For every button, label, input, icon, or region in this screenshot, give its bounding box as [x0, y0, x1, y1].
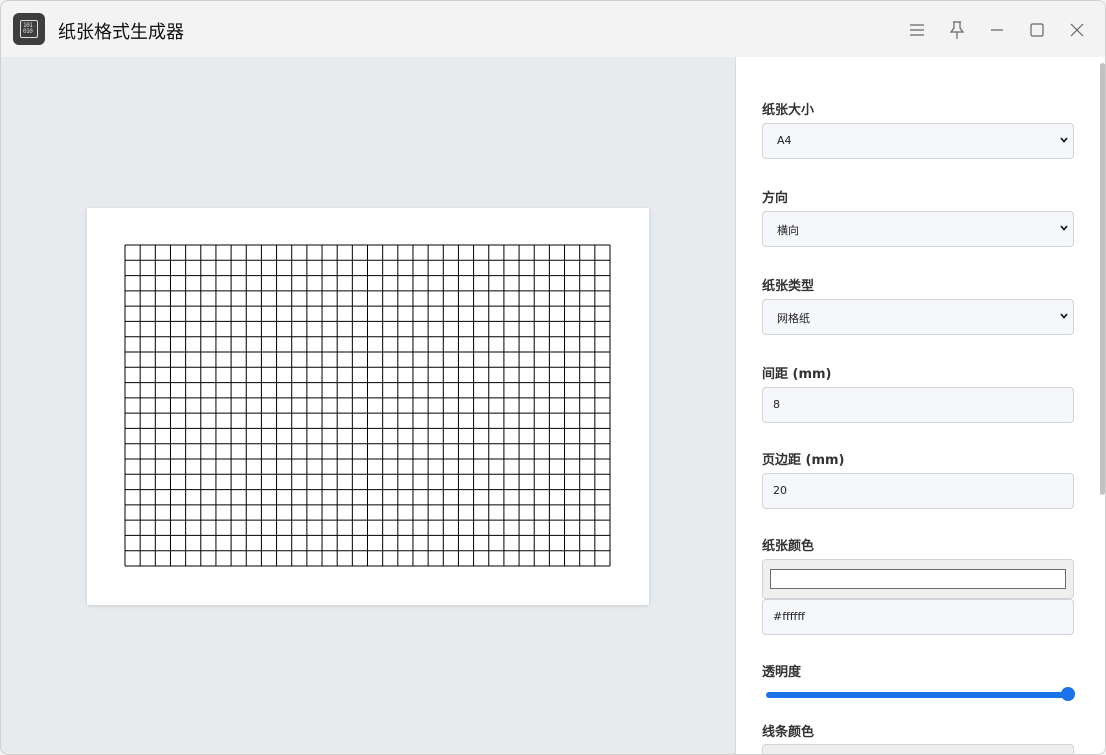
minimize-button[interactable]: [984, 17, 1010, 43]
app-title: 纸张格式生成器: [58, 22, 184, 43]
chevron-down-icon: [1060, 225, 1068, 231]
spacing-label: 间距 (mm): [762, 367, 832, 382]
margin-input[interactable]: 20: [762, 473, 1074, 509]
close-icon: [1070, 23, 1084, 37]
paper-color-hex-input[interactable]: #ffffff: [762, 599, 1074, 635]
line-color-picker[interactable]: [762, 744, 1074, 754]
opacity-slider-track[interactable]: [766, 692, 1068, 698]
paper-color-hex-value: #ffffff: [773, 610, 805, 623]
app-logo-text-bottom: 010: [23, 28, 33, 35]
pin-icon: [949, 21, 965, 39]
paper-color-picker[interactable]: [762, 559, 1074, 599]
orientation-label: 方向: [762, 191, 789, 206]
settings-scrollbar[interactable]: [1100, 63, 1105, 495]
spacing-input[interactable]: 8: [762, 387, 1074, 423]
app-window: 101 010 纸张格式生成器 纸张大小 A4 方向 横向 纸张类型 网格纸 间…: [0, 0, 1106, 755]
chevron-down-icon: [1060, 313, 1068, 319]
paper-color-swatch: [770, 569, 1066, 589]
paper-size-label: 纸张大小: [762, 103, 815, 118]
title-bar: 101 010 纸张格式生成器: [1, 1, 1105, 57]
opacity-label: 透明度: [762, 665, 802, 680]
margin-label: 页边距 (mm): [762, 453, 845, 468]
chevron-down-icon: [1060, 137, 1068, 143]
paper-color-label: 纸张颜色: [762, 539, 815, 554]
margin-value: 20: [773, 484, 787, 497]
orientation-value: 横向: [777, 224, 799, 237]
maximize-icon: [1030, 23, 1044, 37]
menu-icon: [910, 24, 924, 36]
paper-type-label: 纸张类型: [762, 279, 815, 294]
opacity-slider-thumb[interactable]: [1061, 687, 1075, 701]
paper-type-select[interactable]: 网格纸: [762, 299, 1074, 335]
orientation-select[interactable]: 横向: [762, 211, 1074, 247]
grid-pattern: [124, 244, 611, 567]
close-button[interactable]: [1064, 17, 1090, 43]
paper-size-value: A4: [777, 134, 792, 147]
app-logo-icon: 101 010: [13, 13, 45, 45]
maximize-button[interactable]: [1024, 17, 1050, 43]
minimize-icon: [991, 29, 1003, 31]
preview-area: [1, 57, 735, 754]
paper-size-select[interactable]: A4: [762, 123, 1074, 159]
line-color-label: 线条颜色: [762, 725, 815, 740]
paper-preview: [87, 208, 649, 605]
settings-panel: 纸张大小 A4 方向 横向 纸张类型 网格纸 间距 (mm) 8 页边距 (mm…: [735, 57, 1105, 754]
paper-type-value: 网格纸: [777, 312, 810, 325]
spacing-value: 8: [773, 398, 780, 411]
pin-button[interactable]: [944, 17, 970, 43]
menu-button[interactable]: [904, 17, 930, 43]
